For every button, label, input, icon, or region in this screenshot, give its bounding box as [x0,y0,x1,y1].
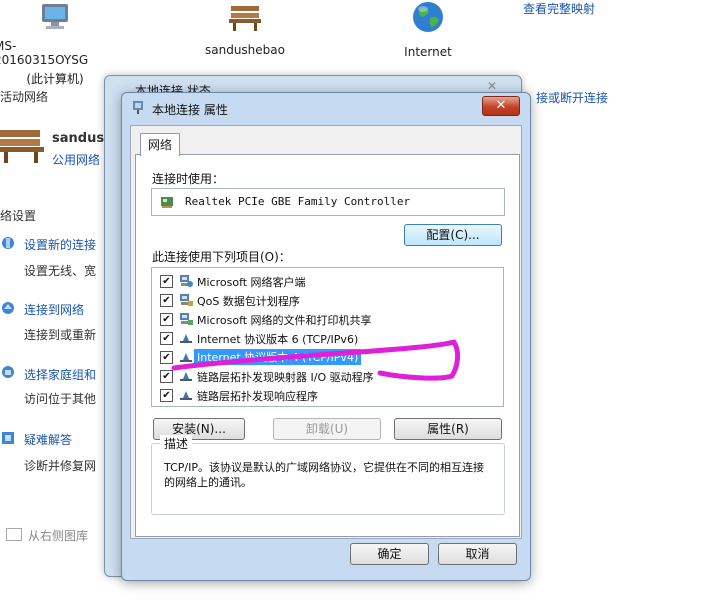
map-node-label: Internet [404,45,452,59]
network-bench-icon [0,124,44,167]
list-item-selected[interactable]: ✔ Internet 协议版本 4 (TCP/IPv4) [160,348,495,367]
item-checkbox[interactable]: ✔ [160,351,173,364]
active-networks-heading: 活动网络 [0,90,49,104]
task-icon-new-connection [0,235,16,254]
bench-icon [229,6,261,31]
protocol-icon [180,334,192,343]
item-label: Internet 协议版本 4 (TCP/IPv4) [194,349,362,365]
task-link-troubleshoot[interactable]: 疑难解答 [24,431,72,448]
dialog-title: 本地连接 属性 [152,103,228,117]
image-icon [6,528,22,541]
item-label: Microsoft 网络客户端 [197,276,306,289]
map-node-label: MS-20160315OYSG [0,39,89,67]
computer-icon [42,4,68,29]
map-node-sublabel: (此计算机) [26,72,84,86]
protocol-icon [180,372,192,381]
item-checkbox[interactable]: ✔ [160,275,173,288]
map-node-label: sandushebao [205,43,285,57]
item-label: QoS 数据包计划程序 [197,295,300,308]
network-client-icon [180,275,193,287]
properties-dialog: 本地连接 属性 ✕ 网络 连接时使用： Realtek PCIe GBE Fam… [121,92,531,581]
list-item[interactable]: ✔ Microsoft 网络客户端 [160,272,495,291]
list-item[interactable]: ✔ Microsoft 网络的文件和打印机共享 [160,310,495,329]
status-dialog-close-button[interactable]: ✕ [479,79,505,93]
task-link-connect[interactable]: 连接到网络 [24,301,84,318]
adapter-field: Realtek PCIe GBE Family Controller [151,188,505,216]
item-checkbox[interactable]: ✔ [160,313,173,326]
item-checkbox[interactable]: ✔ [160,332,173,345]
qos-scheduler-icon [180,294,193,306]
homegroup-icon [2,366,14,378]
connect-disconnect-link[interactable]: 接或断开连接 [536,89,608,106]
task-desc: 连接到或重新 [24,328,97,342]
protocol-icon [180,353,192,362]
list-item[interactable]: ✔ Internet 协议版本 6 (TCP/IPv6) [160,329,495,348]
item-label: Internet 协议版本 6 (TCP/IPv6) [197,333,359,346]
description-group: 描述 TCP/IP。该协议是默认的广域网络协议，它提供在不同的相互连接的网络上的… [151,435,505,515]
map-node-this-computer[interactable]: MS-20160315OYSG (此计算机) [0,2,110,87]
items-label: 此连接使用下列项目(O)： [152,250,291,264]
connect-network-icon [2,302,14,314]
task-icon-connect [0,300,16,319]
task-desc: 访问位于其他 [24,392,97,406]
close-button[interactable]: ✕ [482,96,520,116]
globe-icon [413,2,443,32]
item-label: Microsoft 网络的文件和打印机共享 [197,314,372,327]
item-checkbox[interactable]: ✔ [160,389,173,402]
tab-network[interactable]: 网络 [140,133,180,156]
ok-button[interactable]: 确定 [350,543,429,565]
description-label: 描述 [160,435,193,452]
map-node-internet[interactable]: Internet [383,0,473,59]
network-adapter-icon [133,101,143,114]
task-desc: 诊断并修复网 [24,459,97,473]
task-link-homegroup[interactable]: 选择家庭组和 [24,366,96,383]
item-checkbox[interactable]: ✔ [160,294,173,307]
file-sharing-icon [180,313,193,325]
status-hint-text: 从右侧图库 [28,529,89,543]
map-node-network[interactable]: sandushebao [195,2,295,57]
description-text: TCP/IP。该协议是默认的广域网络协议，它提供在不同的相互连接的网络上的通讯。 [164,461,484,489]
uninstall-button[interactable]: 卸载(U) [273,418,381,440]
task-icon-troubleshoot [0,430,16,449]
status-hint: 从右侧图库 [6,527,88,544]
components-list: ✔ Microsoft 网络客户端 ✔ QoS 数据包计划程序 ✔ Micros… [151,267,504,407]
network-setup-icon [2,237,14,249]
task-desc: 设置无线、宽 [24,264,97,278]
connect-using-label: 连接时使用： [152,172,225,186]
network-card-icon [161,197,173,208]
item-label: 链路层拓扑发现响应程序 [197,390,318,403]
adapter-name: Realtek PCIe GBE Family Controller [185,195,411,208]
list-item[interactable]: ✔ 链路层拓扑发现响应程序 [160,386,495,405]
task-link-new-connection[interactable]: 设置新的连接 [24,236,96,253]
network-type-link[interactable]: 公用网络 [52,151,100,168]
cancel-button[interactable]: 取消 [438,543,517,565]
list-item[interactable]: ✔ 链路层拓扑发现映射器 I/O 驱动程序 [160,367,495,386]
list-item[interactable]: ✔ QoS 数据包计划程序 [160,291,495,310]
protocol-icon [180,391,192,400]
item-label: 链路层拓扑发现映射器 I/O 驱动程序 [197,371,374,384]
configure-button[interactable]: 配置(C)... [404,224,502,246]
item-checkbox[interactable]: ✔ [160,370,173,383]
task-icon-homegroup [0,364,16,383]
troubleshoot-icon [2,432,14,444]
change-settings-heading: 络设置 [0,209,37,223]
view-full-map-link[interactable]: 查看完整映射 [523,0,595,17]
properties-button[interactable]: 属性(R) [394,418,502,440]
